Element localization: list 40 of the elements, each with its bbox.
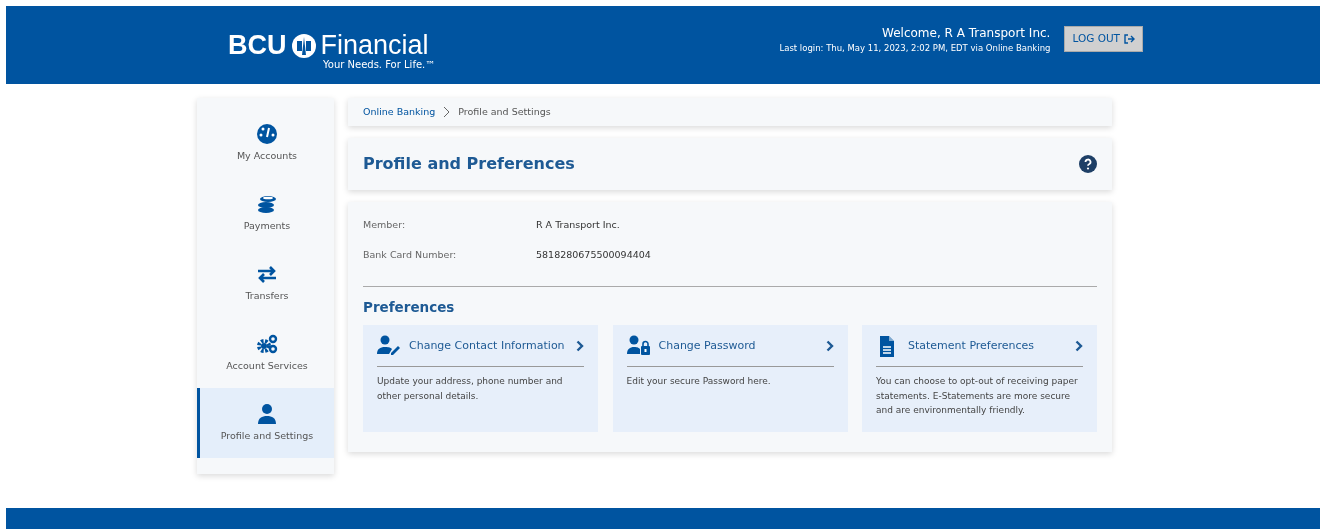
user-edit-icon (377, 334, 401, 357)
field-value: R A Transport Inc. (536, 218, 620, 232)
gears-icon (256, 332, 278, 355)
card-title: Change Contact Information (409, 337, 566, 354)
brand-name: Financial (320, 32, 429, 59)
preference-card[interactable]: Statement Preferences You can choose to opt-out of receiving paper statements. E-Statements are more secure and are environmentally friendly. (862, 325, 1097, 433)
field-value: 5818280675500094404 (536, 248, 651, 262)
logout-icon (1124, 34, 1135, 44)
preference-card[interactable]: Change Password Edit your secure Password here. (612, 325, 848, 433)
sidebar-item[interactable]: Profile and Settings (197, 388, 334, 458)
sidebar-item[interactable]: My Accounts (197, 108, 334, 178)
breadcrumb-link[interactable]: Online Banking (363, 104, 436, 120)
brand-name: BCU (228, 32, 287, 59)
logo-icon (290, 32, 317, 59)
chevron-icon (443, 106, 451, 118)
card-title: Statement Preferences (908, 337, 1036, 354)
tagline: Your Needs. For Life.™ (323, 58, 436, 72)
sidebar-item[interactable]: Payments (197, 178, 334, 248)
sidebar-item[interactable]: Transfers (197, 248, 334, 318)
preference-card[interactable]: Change Contact Information Update your address, phone number and other personal details. (363, 325, 598, 433)
user-icon (256, 402, 278, 425)
breadcrumb-current: Profile and Settings (458, 104, 551, 119)
card-description: You can choose to opt-out of receiving paper statements. E-Statements are more secure and are environmentally friendly. (876, 375, 1079, 418)
field-label: Bank Card Number: (363, 248, 458, 262)
sidebar-item[interactable]: Account Services (197, 318, 334, 388)
logout-button[interactable]: LOG OUT (1064, 26, 1143, 52)
gauge-icon (256, 122, 278, 145)
chevron-icon (1075, 339, 1083, 352)
last-login-text: Last login: Thu, May 11, 2023, 2:02 PM, EDT via Online Banking (779, 41, 1051, 55)
card-description: Update your address, phone number and other personal details. (377, 375, 564, 403)
field-label: Member: (363, 218, 407, 232)
card-description: Edit your secure Password here. (626, 375, 772, 389)
card-title: Change Password (658, 337, 757, 354)
section-title: Preferences (363, 298, 456, 317)
page-title: Profile and Preferences (363, 154, 575, 174)
help-icon[interactable] (1079, 155, 1097, 173)
user-lock-icon (626, 334, 651, 357)
welcome-text: Welcome, R A Transport Inc. (881, 24, 1051, 42)
chevron-icon (825, 339, 834, 352)
chevron-icon (576, 339, 584, 352)
